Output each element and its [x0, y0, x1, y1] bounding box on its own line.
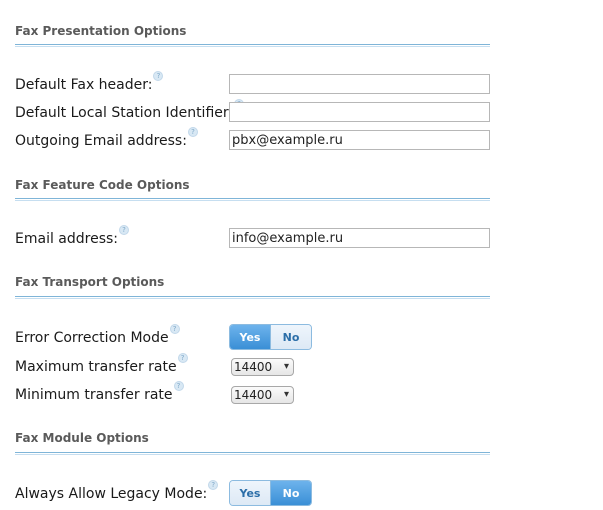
ecm-toggle[interactable]: Yes No [229, 324, 312, 350]
outgoing-email-input[interactable] [229, 130, 490, 150]
section-divider [15, 198, 490, 201]
max-rate-value: 14400 [234, 360, 273, 374]
station-id-label: Default Local Station Identifier:? [15, 99, 245, 121]
fax-header-label: Default Fax header:? [15, 71, 164, 93]
max-rate-label: Maximum transfer rate? [15, 353, 188, 375]
help-icon[interactable]: ? [153, 71, 164, 81]
help-icon[interactable]: ? [177, 353, 188, 363]
help-icon[interactable]: ? [187, 127, 198, 137]
help-icon[interactable]: ? [169, 324, 180, 334]
legacy-mode-toggle[interactable]: Yes No [229, 480, 312, 506]
ecm-yes-option[interactable]: Yes [230, 325, 270, 349]
help-icon[interactable]: ? [119, 225, 130, 235]
fax-header-input[interactable] [229, 74, 490, 94]
section-divider [15, 296, 490, 299]
email-address-input[interactable] [229, 228, 490, 248]
max-rate-select[interactable]: 14400 ▾ [231, 358, 294, 376]
chevron-down-icon: ▾ [283, 389, 289, 400]
section-title-transport: Fax Transport Options [15, 275, 165, 289]
min-rate-value: 14400 [234, 388, 273, 402]
outgoing-email-label: Outgoing Email address:? [15, 127, 198, 149]
section-title-feature-code: Fax Feature Code Options [15, 178, 190, 192]
section-divider [15, 452, 490, 455]
help-icon[interactable]: ? [208, 480, 219, 490]
section-divider [15, 44, 490, 47]
min-rate-select[interactable]: 14400 ▾ [231, 386, 294, 404]
station-id-input[interactable] [229, 102, 490, 122]
section-title-module: Fax Module Options [15, 431, 149, 445]
section-title-presentation: Fax Presentation Options [15, 24, 187, 38]
min-rate-label: Minimum transfer rate? [15, 381, 184, 403]
help-icon[interactable]: ? [173, 381, 184, 391]
legacy-yes-option[interactable]: Yes [230, 481, 270, 505]
ecm-no-option[interactable]: No [270, 325, 311, 349]
chevron-down-icon: ▾ [283, 361, 289, 372]
email-address-label: Email address:? [15, 225, 130, 247]
ecm-label: Error Correction Mode? [15, 324, 180, 346]
legacy-mode-label: Always Allow Legacy Mode:? [15, 480, 219, 502]
legacy-no-option[interactable]: No [270, 481, 311, 505]
